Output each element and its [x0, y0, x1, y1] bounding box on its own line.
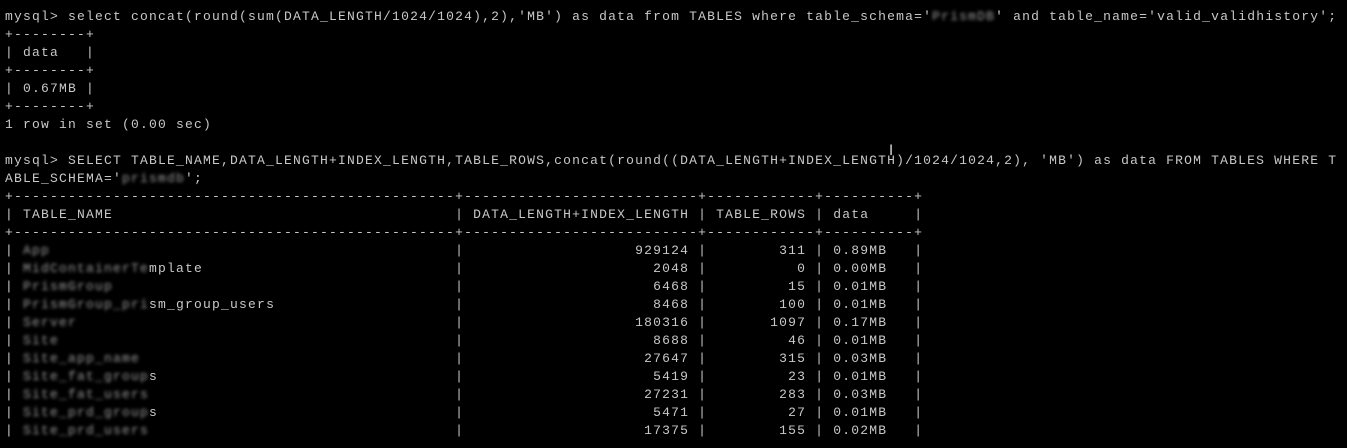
- table-row: | Site_prd_groups | 5471 | 27 | 0.01MB |: [5, 405, 924, 420]
- table-rows: 15: [716, 279, 807, 294]
- table-header-row: | data |: [5, 45, 96, 60]
- data-length: 17375: [473, 423, 690, 438]
- command: ' and table_name='valid_validhistory';: [995, 9, 1338, 24]
- data-size: 0.02MB: [833, 423, 915, 438]
- data-length: 8688: [473, 333, 690, 348]
- table-border: +--------+: [5, 99, 96, 114]
- table-rows: 0: [716, 261, 807, 276]
- table-name-redacted: App: [23, 243, 51, 258]
- table-rows: 315: [716, 351, 807, 366]
- terminal-output[interactable]: mysql> select concat(round(sum(DATA_LENG…: [5, 8, 1337, 440]
- table-rows: 1097: [716, 315, 807, 330]
- data-size: 0.00MB: [833, 261, 915, 276]
- column-header: data: [23, 45, 87, 60]
- table-rows: 311: [716, 243, 807, 258]
- command: SELECT TABLE_NAME,DATA_LENGTH+INDEX_LENG…: [68, 153, 1338, 168]
- table-name-redacted: MidContainerTe: [23, 261, 150, 276]
- table-row: | 0.67MB |: [5, 81, 96, 96]
- column-header: TABLE_ROWS: [716, 207, 816, 222]
- table-name-redacted: Server: [23, 315, 78, 330]
- schema-name: PrismDB: [932, 9, 996, 24]
- table-row: | Site | 8688 | 46 | 0.01MB |: [5, 333, 924, 348]
- table-name: mplate: [149, 261, 204, 276]
- row-count: 1 row in set (0.00 sec): [5, 117, 213, 132]
- data-length: 27231: [473, 387, 690, 402]
- table-border: +--------+: [5, 27, 96, 42]
- table-name-redacted: Site_prd_users: [23, 423, 150, 438]
- table-row: | MidContainerTemplate | 2048 | 0 | 0.00…: [5, 261, 924, 276]
- command-line: mysql> select concat(round(sum(DATA_LENG…: [5, 8, 1337, 26]
- data-size: 0.01MB: [833, 333, 915, 348]
- data-length: 5419: [473, 369, 690, 384]
- table-row: | PrismGroup_prism_group_users | 8468 | …: [5, 297, 924, 312]
- prompt: mysql>: [5, 9, 69, 24]
- table-name-redacted: Site: [23, 333, 60, 348]
- data-length: 8468: [473, 297, 690, 312]
- table-row: | PrismGroup | 6468 | 15 | 0.01MB |: [5, 279, 924, 294]
- table-name-redacted: Site_fat_group: [23, 369, 150, 384]
- data-length: 180316: [473, 315, 690, 330]
- data-size: 0.03MB: [833, 387, 915, 402]
- table-border: +--------+: [5, 63, 96, 78]
- data-length: 6468: [473, 279, 690, 294]
- table-rows: 283: [716, 387, 807, 402]
- data-size: 0.89MB: [833, 243, 915, 258]
- table-header-row: | TABLE_NAME | DATA_LENGTH+INDEX_LENGTH …: [5, 207, 924, 222]
- data-size: 0.01MB: [833, 279, 915, 294]
- command: select concat(round(sum(DATA_LENGTH/1024…: [68, 9, 933, 24]
- result-summary: 1 row in set (0.00 sec): [5, 116, 1337, 134]
- table-rows: 155: [716, 423, 807, 438]
- table-row: | Site_prd_users | 17375 | 155 | 0.02MB …: [5, 423, 924, 438]
- table-name: s: [149, 405, 159, 420]
- table-row: | Site_fat_users | 27231 | 283 | 0.03MB …: [5, 387, 924, 402]
- table-name-redacted: PrismGroup_pri: [23, 297, 150, 312]
- column-header: data: [833, 207, 915, 222]
- data-size: 0.01MB: [833, 405, 915, 420]
- command: ';: [185, 171, 204, 186]
- data-size: 0.01MB: [833, 297, 915, 312]
- command: ABLE_SCHEMA=': [5, 171, 123, 186]
- table-rows: 23: [716, 369, 807, 384]
- data-length: 929124: [473, 243, 690, 258]
- data-size: 0.03MB: [833, 351, 915, 366]
- table-row: | App | 929124 | 311 | 0.89MB |: [5, 243, 924, 258]
- table-row: | Site_fat_groups | 5419 | 23 | 0.01MB |: [5, 369, 924, 384]
- table-border: +---------------------------------------…: [5, 189, 924, 204]
- text-cursor-icon: I: [889, 143, 894, 159]
- data-size: 0.01MB: [833, 369, 915, 384]
- table-rows: 100: [716, 297, 807, 312]
- column-header: DATA_LENGTH+INDEX_LENGTH: [473, 207, 699, 222]
- table-rows: 27: [716, 405, 807, 420]
- command-line-wrap: ABLE_SCHEMA='prismdb';: [5, 170, 1337, 188]
- table-name-redacted: Site_fat_users: [23, 387, 150, 402]
- table-name: s: [149, 369, 159, 384]
- table-border: +---------------------------------------…: [5, 225, 924, 240]
- table-name-redacted: PrismGroup: [23, 279, 114, 294]
- table-rows: 46: [716, 333, 807, 348]
- table-name-redacted: Site_prd_group: [23, 405, 150, 420]
- column-header: TABLE_NAME: [23, 207, 456, 222]
- cell-value: 0.67MB: [23, 81, 87, 96]
- table-name: sm_group_users: [149, 297, 276, 312]
- schema-name: prismdb: [122, 171, 186, 186]
- command-line: mysql> SELECT TABLE_NAME,DATA_LENGTH+IND…: [5, 152, 1337, 170]
- table-name-redacted: Site_app_name: [23, 351, 141, 366]
- table-row: | Site_app_name | 27647 | 315 | 0.03MB |: [5, 351, 924, 366]
- data-size: 0.17MB: [833, 315, 915, 330]
- data-length: 27647: [473, 351, 690, 366]
- prompt: mysql>: [5, 153, 69, 168]
- data-length: 2048: [473, 261, 690, 276]
- data-length: 5471: [473, 405, 690, 420]
- table-row: | Server | 180316 | 1097 | 0.17MB |: [5, 315, 924, 330]
